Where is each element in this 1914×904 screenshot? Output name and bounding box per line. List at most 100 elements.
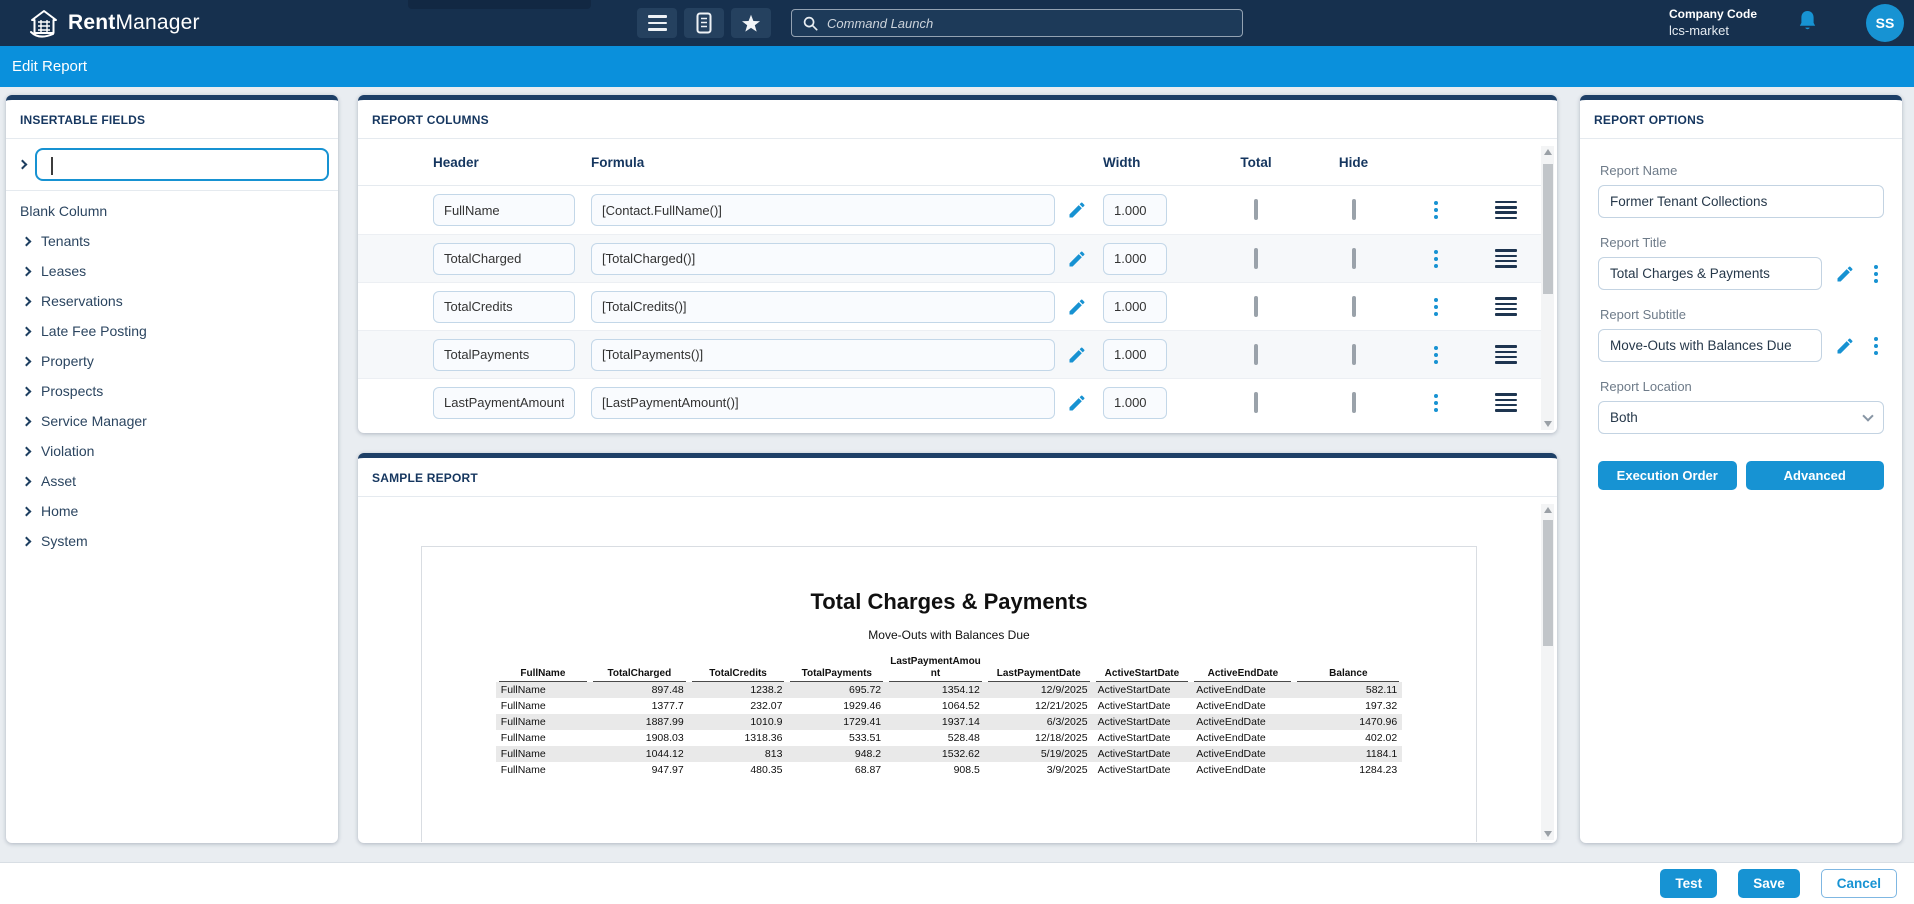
- recent-windows-button[interactable]: [684, 8, 724, 38]
- edit-formula-button[interactable]: [1055, 345, 1099, 365]
- main-menu-button[interactable]: [637, 8, 677, 38]
- tree-item[interactable]: Asset: [6, 466, 338, 496]
- report-location-select[interactable]: Both: [1598, 401, 1884, 434]
- drag-handle-icon[interactable]: [1495, 297, 1517, 316]
- column-width-input[interactable]: [1103, 339, 1167, 371]
- advanced-button[interactable]: Advanced: [1746, 461, 1885, 490]
- user-avatar[interactable]: SS: [1866, 4, 1904, 42]
- scroll-up-arrow-icon[interactable]: [1544, 507, 1552, 513]
- tree-item[interactable]: Reservations: [6, 286, 338, 316]
- total-checkbox[interactable]: [1254, 296, 1258, 317]
- row-menu-kebab-icon[interactable]: [1428, 298, 1444, 316]
- tree-item[interactable]: Prospects: [6, 376, 338, 406]
- total-checkbox[interactable]: [1254, 344, 1258, 365]
- total-checkbox[interactable]: [1254, 199, 1258, 220]
- edit-formula-button[interactable]: [1055, 249, 1099, 269]
- total-checkbox[interactable]: [1254, 248, 1258, 269]
- sample-table-row: FullName1044.12813948.21532.625/19/2025A…: [496, 746, 1402, 762]
- edit-title-button[interactable]: [1835, 264, 1855, 284]
- fields-search-input[interactable]: [35, 148, 329, 181]
- drag-handle-icon[interactable]: [1495, 201, 1517, 220]
- rentmanager-logo[interactable]: RentManager: [27, 8, 200, 38]
- hide-checkbox[interactable]: [1352, 392, 1356, 413]
- scroll-down-arrow-icon[interactable]: [1544, 421, 1552, 427]
- drag-handle-icon[interactable]: [1495, 393, 1517, 412]
- collapse-chevron-icon[interactable]: [18, 160, 28, 170]
- hide-checkbox[interactable]: [1352, 296, 1356, 317]
- title-menu-kebab-icon[interactable]: [1868, 265, 1884, 283]
- row-menu-kebab-icon[interactable]: [1428, 250, 1444, 268]
- column-header-input[interactable]: [433, 387, 575, 419]
- total-checkbox[interactable]: [1254, 392, 1258, 413]
- report-subtitle-input[interactable]: Move-Outs with Balances Due: [1598, 329, 1822, 362]
- column-header-input[interactable]: [433, 243, 575, 275]
- report-title-input[interactable]: Total Charges & Payments: [1598, 257, 1822, 290]
- row-menu-kebab-icon[interactable]: [1428, 201, 1444, 219]
- page-title-bar: Edit Report: [0, 46, 1914, 87]
- tree-item[interactable]: Property: [6, 346, 338, 376]
- report-location-label: Report Location: [1600, 379, 1884, 394]
- row-menu-kebab-icon[interactable]: [1428, 394, 1444, 412]
- edit-subtitle-button[interactable]: [1835, 336, 1855, 356]
- chevron-down-icon: [1862, 410, 1873, 421]
- sample-table-body: FullName897.481238.2695.721354.1212/9/20…: [496, 682, 1402, 778]
- column-formula-input[interactable]: [591, 387, 1055, 419]
- drag-handle-icon[interactable]: [1495, 249, 1517, 268]
- scroll-up-arrow-icon[interactable]: [1544, 149, 1552, 155]
- sample-col-header: LastPaymentDate: [985, 655, 1093, 682]
- execution-order-button[interactable]: Execution Order: [1598, 461, 1737, 490]
- blank-column-item[interactable]: Blank Column: [6, 196, 338, 226]
- column-width-input[interactable]: [1103, 387, 1167, 419]
- tree-item[interactable]: System: [6, 526, 338, 556]
- tree-item[interactable]: Service Manager: [6, 406, 338, 436]
- hide-checkbox[interactable]: [1352, 344, 1356, 365]
- edit-formula-button[interactable]: [1055, 393, 1099, 413]
- column-width-input[interactable]: [1103, 243, 1167, 275]
- edit-formula-button[interactable]: [1055, 200, 1099, 220]
- report-columns-header-row: Header Formula Width Total Hide: [358, 139, 1541, 186]
- save-button[interactable]: Save: [1738, 869, 1800, 898]
- notifications-button[interactable]: [1797, 9, 1818, 38]
- column-width-input[interactable]: [1103, 291, 1167, 323]
- column-formula-input[interactable]: [591, 339, 1055, 371]
- tree-item[interactable]: Tenants: [6, 226, 338, 256]
- report-subtitle-value: Move-Outs with Balances Due: [1610, 338, 1792, 353]
- scroll-down-arrow-icon[interactable]: [1544, 831, 1552, 837]
- report-name-input[interactable]: Former Tenant Collections: [1598, 185, 1884, 218]
- sample-report-scrollbar[interactable]: [1541, 504, 1554, 840]
- report-columns-scrollbar[interactable]: [1541, 146, 1554, 430]
- column-header-input[interactable]: [433, 339, 575, 371]
- column-formula-input[interactable]: [591, 243, 1055, 275]
- report-location-value: Both: [1610, 410, 1638, 425]
- tree-item[interactable]: Late Fee Posting: [6, 316, 338, 346]
- insertable-fields-panel: INSERTABLE FIELDS Blank Column Tenants L…: [6, 95, 338, 843]
- tree-item[interactable]: Leases: [6, 256, 338, 286]
- tree-item[interactable]: Violation: [6, 436, 338, 466]
- chevron-right-icon: [22, 446, 32, 456]
- command-launch-search[interactable]: Command Launch: [791, 9, 1243, 37]
- cancel-button[interactable]: Cancel: [1821, 869, 1897, 898]
- row-menu-kebab-icon[interactable]: [1428, 346, 1444, 364]
- column-width-input[interactable]: [1103, 194, 1167, 226]
- favorites-button[interactable]: [731, 8, 771, 38]
- sample-table-row: FullName1377.7232.071929.461064.5212/21/…: [496, 698, 1402, 714]
- sample-table-header-row: FullNameTotalChargedTotalCreditsTotalPay…: [496, 655, 1402, 682]
- hide-checkbox[interactable]: [1352, 248, 1356, 269]
- scrollbar-thumb[interactable]: [1543, 164, 1553, 294]
- column-header-input[interactable]: [433, 291, 575, 323]
- house-logo-icon: [27, 8, 61, 38]
- report-title-label: Report Title: [1600, 235, 1884, 250]
- tree-item-label: Reservations: [41, 293, 123, 309]
- subtitle-menu-kebab-icon[interactable]: [1868, 337, 1884, 355]
- chevron-right-icon: [22, 416, 32, 426]
- scrollbar-thumb[interactable]: [1543, 520, 1553, 646]
- tree-item[interactable]: Home: [6, 496, 338, 526]
- test-button[interactable]: Test: [1660, 869, 1717, 898]
- hide-checkbox[interactable]: [1352, 199, 1356, 220]
- edit-formula-button[interactable]: [1055, 297, 1099, 317]
- drag-handle-icon[interactable]: [1495, 345, 1517, 364]
- column-formula-input[interactable]: [591, 291, 1055, 323]
- column-header-input[interactable]: [433, 194, 575, 226]
- report-column-row: [358, 234, 1541, 282]
- column-formula-input[interactable]: [591, 194, 1055, 226]
